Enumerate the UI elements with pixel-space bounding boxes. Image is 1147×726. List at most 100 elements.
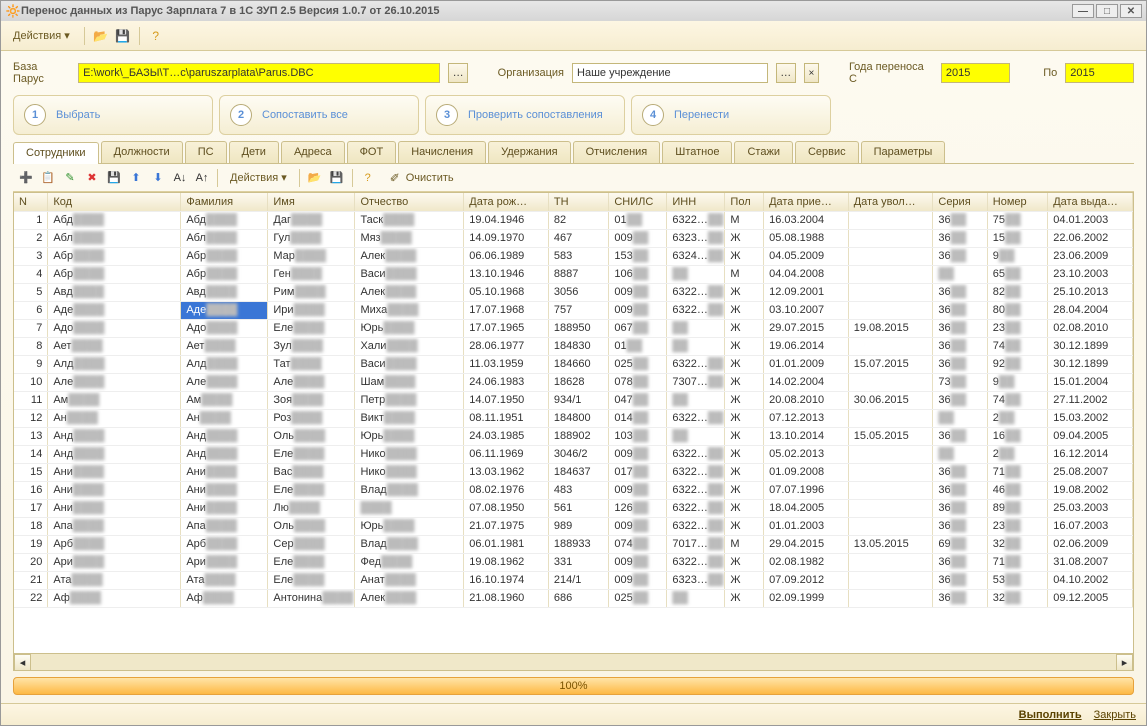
col-header[interactable]: Фамилия <box>181 193 268 211</box>
clear-button[interactable]: ✐ Очистить <box>381 168 460 188</box>
step-3[interactable]: 3Проверить сопоставления <box>425 95 625 135</box>
col-header[interactable]: ИНН <box>667 193 725 211</box>
tab-5[interactable]: ФОТ <box>347 141 397 163</box>
tab-8[interactable]: Отчисления <box>573 141 661 163</box>
cell: Нико████ <box>355 445 464 463</box>
tab-9[interactable]: Штатное <box>662 141 732 163</box>
save-icon[interactable]: 💾 <box>115 28 131 44</box>
step-1[interactable]: 1Выбрать <box>13 95 213 135</box>
step-4[interactable]: 4Перенести <box>631 95 831 135</box>
cell: Миха████ <box>355 301 464 319</box>
add-icon[interactable]: ➕ <box>17 169 35 187</box>
sort-asc-icon[interactable]: A↓ <box>171 169 189 187</box>
table-row[interactable]: 6Аде████Аде████Ири████Миха████17.07.1968… <box>14 301 1133 319</box>
scroll-right-icon[interactable]: ▸ <box>1116 654 1133 671</box>
scroll-left-icon[interactable]: ◂ <box>14 654 31 671</box>
base-path-browse-button[interactable]: … <box>448 63 468 83</box>
hscrollbar[interactable]: ◂ ▸ <box>14 653 1133 670</box>
actions-menu[interactable]: Действия ▾ <box>7 27 76 44</box>
edit-icon[interactable]: ✎ <box>61 169 79 187</box>
copy-icon[interactable]: 📋 <box>39 169 57 187</box>
col-header[interactable]: Дата выда… <box>1048 193 1133 211</box>
tab-10[interactable]: Стажи <box>734 141 792 163</box>
minimize-button[interactable]: — <box>1072 4 1094 18</box>
table-row[interactable]: 13Анд████Анд████Оль████Юрь████24.03.1985… <box>14 427 1133 445</box>
table-row[interactable]: 7Адо████Адо████Еле████Юрь████17.07.19651… <box>14 319 1133 337</box>
run-link[interactable]: Выполнить <box>1019 709 1082 721</box>
cell: 16.12.2014 <box>1048 445 1133 463</box>
col-header[interactable]: Отчество <box>355 193 464 211</box>
help2-icon[interactable]: ? <box>359 169 377 187</box>
cell: 01.01.2009 <box>764 355 849 373</box>
year-from-input[interactable]: 2015 <box>941 63 1010 83</box>
table-row[interactable]: 4Абр████Абр████Ген████Васи████13.10.1946… <box>14 265 1133 283</box>
table-row[interactable]: 11Ам████Ам████Зоя████Петр████14.07.19509… <box>14 391 1133 409</box>
table-row[interactable]: 5Авд████Авд████Рим████Алек████05.10.1968… <box>14 283 1133 301</box>
delete-icon[interactable]: ✖ <box>83 169 101 187</box>
col-header[interactable]: Серия <box>933 193 987 211</box>
table-row[interactable]: 1Абд████Абд████Даг████Таск████19.04.1946… <box>14 211 1133 229</box>
col-header[interactable]: ТН <box>548 193 608 211</box>
tab-4[interactable]: Адреса <box>281 141 345 163</box>
open-icon[interactable]: 📂 <box>93 28 109 44</box>
col-header[interactable]: Дата увол… <box>848 193 933 211</box>
table-row[interactable]: 18Апа████Апа████Оль████Юрь████21.07.1975… <box>14 517 1133 535</box>
table-row[interactable]: 10Але████Але████Але████Шам████24.06.1983… <box>14 373 1133 391</box>
cell: Васи████ <box>355 265 464 283</box>
refresh-icon[interactable]: 💾 <box>105 169 123 187</box>
col-header[interactable]: Дата рож… <box>464 193 549 211</box>
tab-0[interactable]: Сотрудники <box>13 142 99 164</box>
org-input[interactable]: Наше учреждение <box>572 63 768 83</box>
cell: 153██ <box>609 247 667 265</box>
table-row[interactable]: 21Ата████Ата████Еле████Анат████16.10.197… <box>14 571 1133 589</box>
base-path-input[interactable]: E:\work\_БАЗЫ\Т…с\paruszarplata\Parus.DB… <box>78 63 440 83</box>
help-icon[interactable]: ? <box>148 28 164 44</box>
table-row[interactable]: 20Ари████Ари████Еле████Фед████19.08.1962… <box>14 553 1133 571</box>
col-header[interactable]: Дата прие… <box>764 193 849 211</box>
down-icon[interactable]: ⬇ <box>149 169 167 187</box>
table-row[interactable]: 15Ани████Ани████Вас████Нико████13.03.196… <box>14 463 1133 481</box>
table-row[interactable]: 22Аф████Аф████Антонина████Алек████21.08.… <box>14 589 1133 607</box>
tab-6[interactable]: Начисления <box>398 141 486 163</box>
cell: 07.12.2013 <box>764 409 849 427</box>
table-row[interactable]: 2Абл████Абл████Гул████Мяз████14.09.19704… <box>14 229 1133 247</box>
table-row[interactable]: 3Абр████Абр████Мар████Алек████06.06.1989… <box>14 247 1133 265</box>
col-header[interactable]: СНИЛС <box>609 193 667 211</box>
close-link[interactable]: Закрыть <box>1094 709 1136 721</box>
col-header[interactable]: Код <box>48 193 181 211</box>
tab-3[interactable]: Дети <box>229 141 279 163</box>
close-button[interactable]: ✕ <box>1120 4 1142 18</box>
year-to-input[interactable]: 2015 <box>1065 63 1134 83</box>
cell: Анд████ <box>181 427 268 445</box>
table-row[interactable]: 8Ает████Ает████Зул████Хали████28.06.1977… <box>14 337 1133 355</box>
grid-actions-menu[interactable]: Действия ▾ <box>224 169 293 186</box>
cell: Аде████ <box>181 301 268 319</box>
org-clear-button[interactable]: × <box>804 63 820 83</box>
maximize-button[interactable]: □ <box>1096 4 1118 18</box>
tab-11[interactable]: Сервис <box>795 141 859 163</box>
col-header[interactable]: N <box>14 193 48 211</box>
col-header[interactable]: Имя <box>268 193 355 211</box>
sort-desc-icon[interactable]: A↑ <box>193 169 211 187</box>
tab-7[interactable]: Удержания <box>488 141 570 163</box>
org-value: Наше учреждение <box>577 67 671 79</box>
table-row[interactable]: 9Алд████Алд████Тат████Васи████11.03.1959… <box>14 355 1133 373</box>
save2-icon[interactable]: 💾 <box>328 169 346 187</box>
tab-12[interactable]: Параметры <box>861 141 946 163</box>
table-row[interactable]: 16Ани████Ани████Еле████Влад████08.02.197… <box>14 481 1133 499</box>
open2-icon[interactable]: 📂 <box>306 169 324 187</box>
table-row[interactable]: 12Ан████Ан████Роз████Викт████08.11.19511… <box>14 409 1133 427</box>
table-row[interactable]: 17Ани████Ани████Лю████████07.08.19505611… <box>14 499 1133 517</box>
table-row[interactable]: 19Арб████Арб████Сер████Влад████06.01.198… <box>14 535 1133 553</box>
cell: 12.09.2001 <box>764 283 849 301</box>
tab-1[interactable]: Должности <box>101 141 183 163</box>
cell: 16██ <box>987 427 1047 445</box>
col-header[interactable]: Пол <box>725 193 764 211</box>
grid[interactable]: NКодФамилияИмяОтчествоДата рож…ТНСНИЛСИН… <box>14 193 1133 653</box>
table-row[interactable]: 14Анд████Анд████Еле████Нико████06.11.196… <box>14 445 1133 463</box>
step-2[interactable]: 2Сопоставить все <box>219 95 419 135</box>
up-icon[interactable]: ⬆ <box>127 169 145 187</box>
col-header[interactable]: Номер <box>987 193 1047 211</box>
tab-2[interactable]: ПС <box>185 141 227 163</box>
org-browse-button[interactable]: … <box>776 63 796 83</box>
